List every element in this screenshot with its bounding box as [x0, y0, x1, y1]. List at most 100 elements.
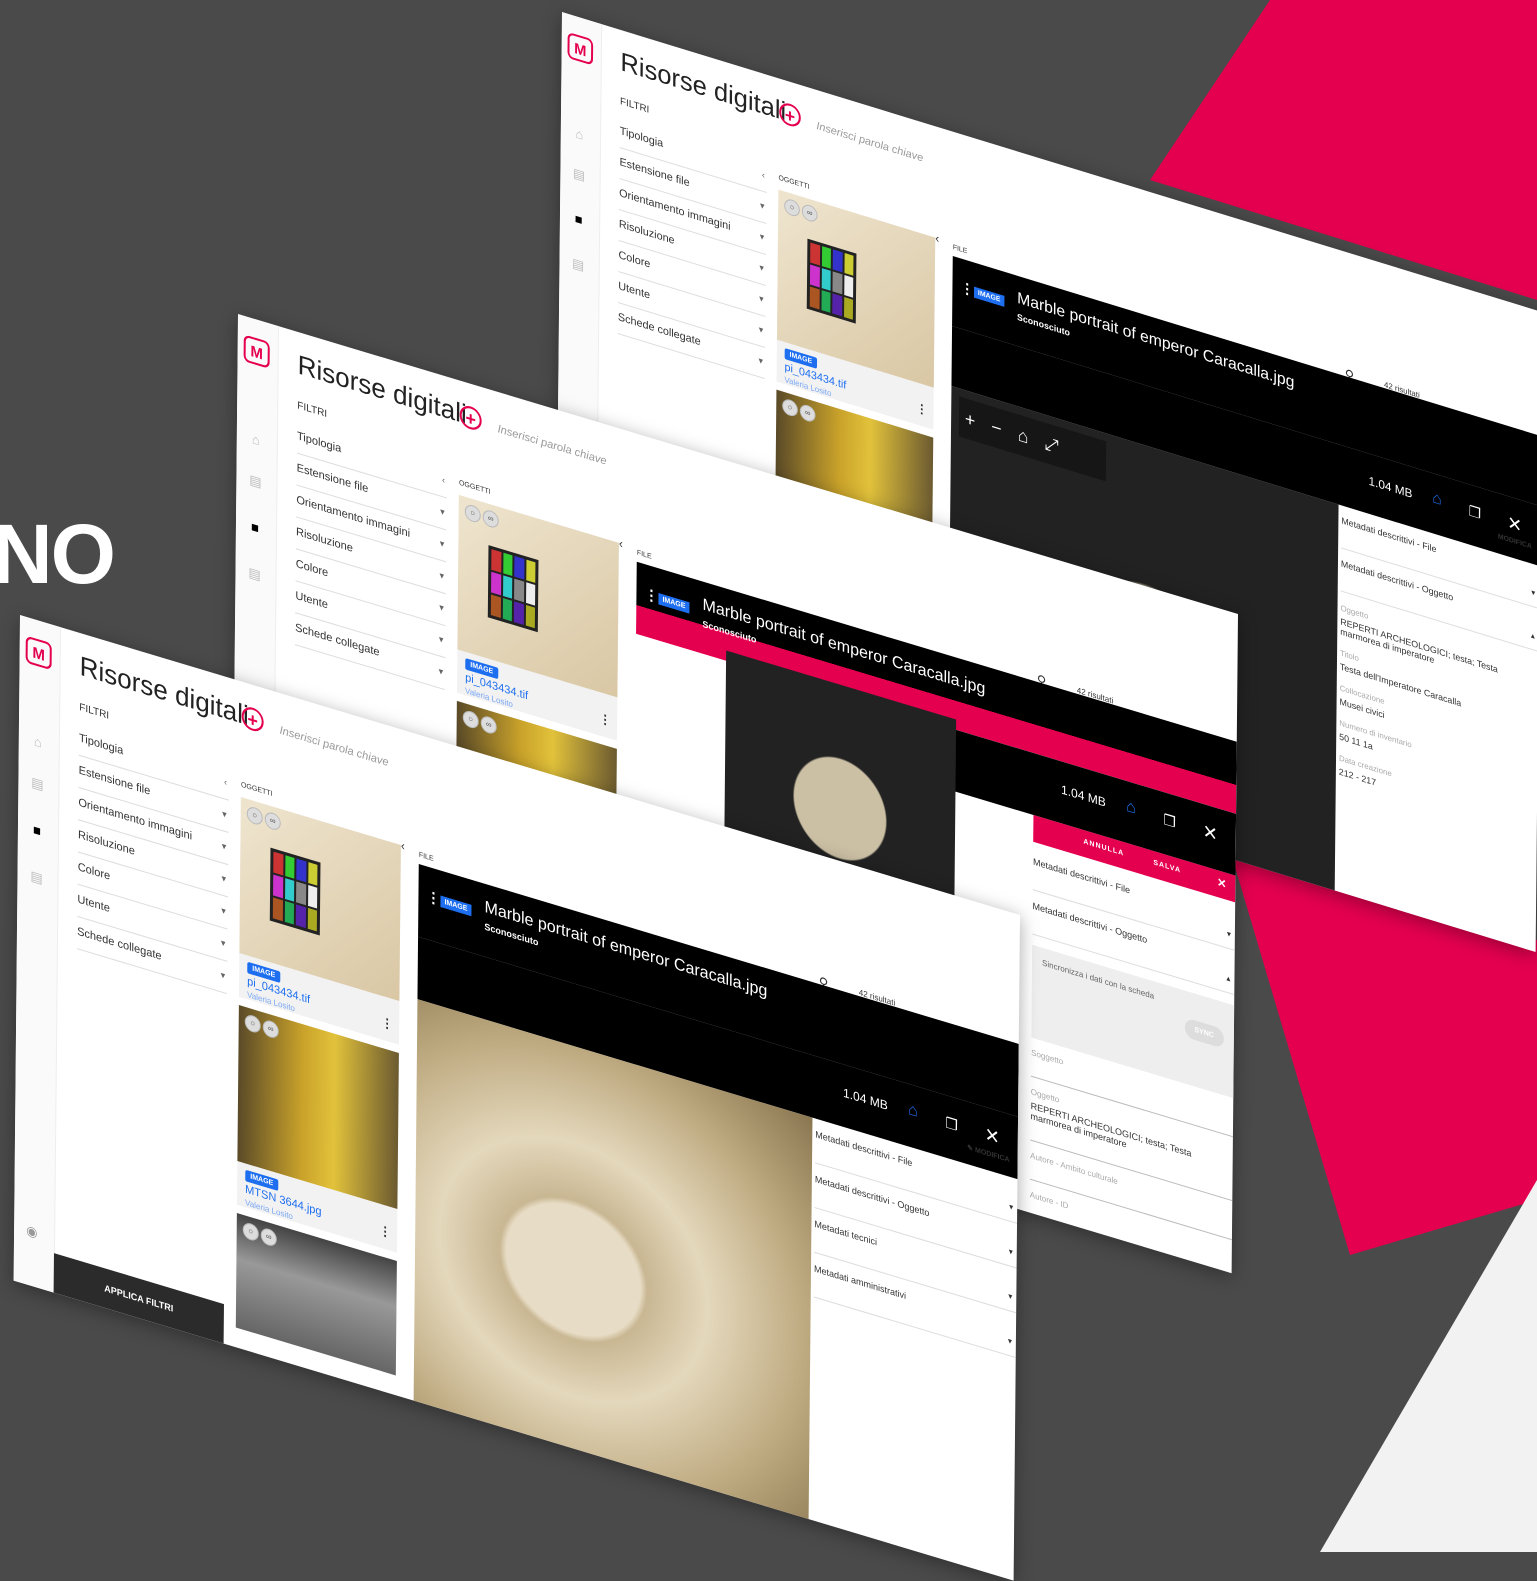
select-icon[interactable]: ○ [784, 197, 800, 219]
collapse-icon[interactable]: ‹ [619, 536, 623, 552]
list-icon[interactable]: ▤ [571, 255, 585, 274]
chevron-left-icon: ‹ [761, 169, 765, 181]
file-size: 1.04 MB [843, 1085, 888, 1114]
collapse-icon[interactable]: ‹ [401, 838, 405, 854]
chevron-down-icon: ▾ [438, 665, 444, 678]
fullscreen-icon[interactable]: ⤢ [1044, 433, 1058, 457]
chevron-down-icon: ▾ [760, 200, 765, 212]
nav-rail: M ⌂ ▤ ■ ▤ ◉ [13, 615, 62, 1293]
collapse-icon[interactable]: ‹ [935, 231, 939, 246]
filter-label: Tipologia [296, 429, 342, 456]
media-icon[interactable]: ■ [30, 821, 44, 840]
museum-icon[interactable]: ⌂ [1126, 797, 1136, 818]
objects-list: OGGETTI ○ ∞ IMAGE pi_043434.tif Valeria … [235, 781, 401, 1381]
close-icon[interactable]: ✕ [1217, 875, 1227, 891]
cancel-button[interactable]: ANNULLA [1083, 838, 1124, 857]
chevron-down-icon: ▾ [439, 537, 445, 550]
list-item[interactable]: ○ ∞ IMAGE MTSN 3644.jpg Valeria Losito ⋮ [236, 1005, 399, 1253]
file-size: 1.04 MB [1368, 473, 1413, 501]
select-icon[interactable]: ○ [242, 1221, 259, 1243]
chevron-down-icon: ▾ [439, 601, 444, 614]
more-icon[interactable]: ⋮ [644, 585, 658, 607]
museum-icon[interactable]: ⌂ [31, 733, 45, 752]
document-icon[interactable]: ▤ [572, 165, 586, 184]
link-icon[interactable]: ∞ [260, 1226, 277, 1248]
media-icon[interactable]: ■ [248, 518, 262, 537]
search-input[interactable]: Inserisci parola chiave [816, 120, 923, 165]
chevron-down-icon: ▾ [759, 293, 764, 305]
chevron-down-icon: ▾ [758, 355, 764, 367]
chevron-down-icon: ▾ [222, 808, 227, 820]
document-icon[interactable]: ▤ [30, 774, 44, 794]
user-icon[interactable]: ◉ [26, 1222, 37, 1242]
filter-label: Colore [77, 860, 111, 883]
list-icon[interactable]: ▤ [29, 867, 43, 887]
link-icon[interactable]: ∞ [799, 402, 816, 424]
file-label: FILE [636, 549, 652, 562]
sync-button[interactable]: SYNC [1184, 1017, 1224, 1049]
filter-label: Colore [618, 249, 651, 271]
link-icon[interactable]: ∞ [482, 508, 499, 530]
app-logo: M [567, 31, 594, 66]
close-icon[interactable]: ✕ [985, 1123, 1000, 1149]
museum-icon[interactable]: ⌂ [573, 126, 587, 144]
media-icon[interactable]: ■ [572, 211, 586, 229]
chevron-down-icon: ▾ [758, 324, 764, 336]
close-icon[interactable]: ✕ [1203, 820, 1218, 846]
filter-label: Utente [295, 589, 328, 612]
chevron-down-icon: ▾ [1008, 1246, 1013, 1257]
type-badge: IMAGE [658, 593, 690, 614]
chevron-down-icon: ▾ [221, 872, 227, 885]
museum-icon[interactable]: ⌂ [908, 1100, 918, 1122]
search-input[interactable]: Inserisci parola chiave [498, 423, 607, 468]
zoom-in-icon[interactable]: + [965, 408, 976, 431]
museum-icon[interactable]: ⌂ [1432, 489, 1442, 510]
list-icon[interactable]: ▤ [247, 564, 261, 584]
copy-icon[interactable]: ❐ [1163, 811, 1176, 832]
type-badge: IMAGE [973, 286, 1005, 307]
select-icon[interactable]: ○ [464, 502, 481, 525]
document-icon[interactable]: ▤ [248, 471, 262, 491]
chevron-down-icon: ▾ [220, 969, 226, 982]
copy-icon[interactable]: ❐ [945, 1114, 958, 1135]
chevron-down-icon: ▾ [1009, 1201, 1014, 1213]
link-icon[interactable]: ∞ [480, 714, 497, 736]
chevron-down-icon: ▾ [221, 840, 227, 853]
chevron-down-icon: ▾ [221, 904, 226, 917]
save-button[interactable]: SALVA [1153, 859, 1181, 875]
more-icon[interactable]: ⋮ [426, 887, 440, 909]
chevron-down-icon: ▾ [439, 569, 445, 582]
color-chart-image [806, 238, 857, 324]
list-item[interactable]: ○ ∞ IMAGE pi_043434.tif Valeria Losito ⋮ [456, 494, 619, 741]
home-icon[interactable]: ⌂ [1018, 424, 1029, 447]
headline-text: NO [0, 507, 116, 601]
select-icon[interactable]: ○ [244, 1013, 261, 1035]
select-icon[interactable]: ○ [462, 708, 479, 731]
more-icon[interactable]: ⋮ [960, 278, 974, 299]
list-item[interactable]: ○ ∞ IMAGE pi_043434.tif Valeria Losito ⋮ [238, 797, 401, 1045]
file-label: FILE [952, 244, 968, 256]
select-icon[interactable]: ○ [782, 397, 798, 419]
chevron-down-icon: ▾ [438, 633, 444, 646]
museum-icon[interactable]: ⌂ [249, 431, 263, 450]
chevron-down-icon: ▾ [759, 231, 765, 243]
chevron-left-icon: ‹ [441, 474, 446, 486]
chevron-left-icon: ‹ [223, 776, 228, 788]
chevron-down-icon: ▾ [440, 505, 445, 518]
zoom-out-icon[interactable]: − [991, 416, 1002, 439]
app-logo: M [243, 334, 270, 369]
link-icon[interactable]: ∞ [264, 810, 281, 832]
select-icon[interactable]: ○ [246, 805, 263, 827]
app-logo: M [25, 635, 52, 671]
link-icon[interactable]: ∞ [801, 202, 818, 224]
filters-panel: FILTRI Tipologia ‹ Estensione file ▾ Orien… [76, 702, 230, 995]
search-input[interactable]: Inserisci parola chiave [280, 724, 389, 769]
copy-icon[interactable]: ❐ [1469, 502, 1481, 523]
filter-label: Colore [295, 557, 329, 580]
filter-label: Utente [618, 280, 651, 302]
close-icon[interactable]: ✕ [1507, 512, 1522, 538]
list-item[interactable]: ○ ∞ IMAGE pi_043434.tif Valeria Losito ⋮ [776, 189, 936, 430]
chevron-down-icon: ▾ [759, 262, 764, 274]
link-icon[interactable]: ∞ [262, 1018, 279, 1040]
filter-label: Tipologia [78, 731, 124, 758]
